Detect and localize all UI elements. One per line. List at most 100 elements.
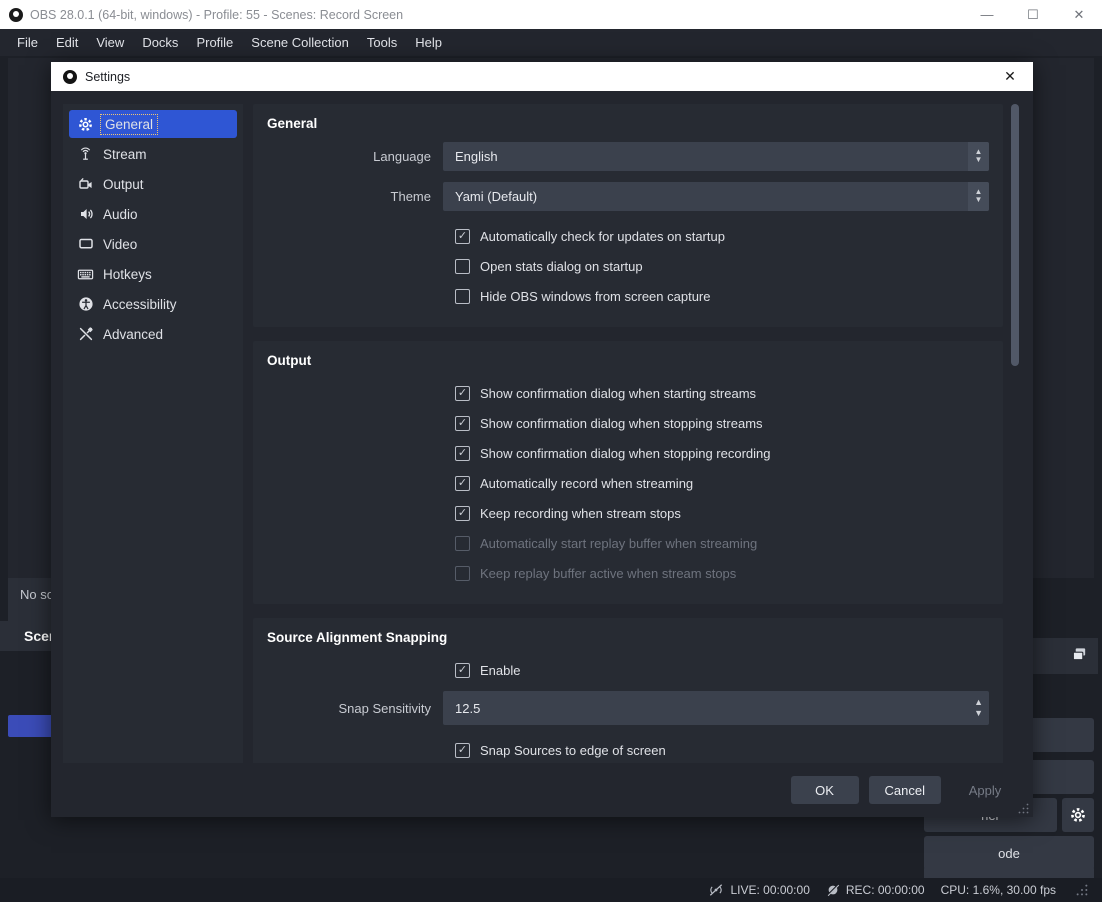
sidebar-item-label: Hotkeys (103, 266, 152, 282)
open-stats-dialog-row[interactable]: Open stats dialog on startup (261, 251, 989, 281)
keep-replay-buffer-row: Keep replay buffer active when stream st… (261, 558, 989, 588)
confirm-start-stream-row[interactable]: ✓ Show confirmation dialog when starting… (261, 378, 989, 408)
keep-recording-row[interactable]: ✓ Keep recording when stream stops (261, 498, 989, 528)
menu-help[interactable]: Help (406, 31, 451, 54)
spinner-updown-icon[interactable]: ▲ ▼ (974, 691, 983, 725)
float-dock-icon[interactable] (1071, 646, 1088, 666)
sidebar-item-label: General (99, 113, 159, 135)
minimize-icon[interactable]: — (964, 0, 1010, 29)
settings-scrollbar[interactable] (1008, 104, 1021, 763)
snapping-enable-checkbox[interactable]: ✓ (455, 662, 470, 678)
menu-tools[interactable]: Tools (358, 31, 406, 54)
apply-button: Apply (968, 782, 1002, 798)
settings-dialog-titlebar: Settings ✕ (51, 62, 1033, 91)
obs-logo-icon (9, 7, 23, 22)
snap-sensitivity-row: Snap Sensitivity 12.5 ▲ ▼ (261, 691, 989, 725)
auto-replay-buffer-row: Automatically start replay buffer when s… (261, 528, 989, 558)
sidebar-item-label: Video (103, 236, 138, 252)
rec-label: REC: 00:00:00 (845, 883, 925, 897)
confirm-stop-stream-row[interactable]: ✓ Show confirmation dialog when stopping… (261, 408, 989, 438)
sidebar-item-label: Output (103, 176, 144, 192)
hide-obs-windows-row[interactable]: Hide OBS windows from screen capture (261, 281, 989, 311)
language-value: English (455, 148, 498, 164)
sidebar-item-output[interactable]: Output (69, 170, 237, 198)
auto-check-updates-row[interactable]: ✓ Automatically check for updates on sta… (261, 221, 989, 251)
cpu-label: CPU: 1.6%, 30.00 fps (940, 883, 1056, 897)
open-stats-dialog-checkbox[interactable] (455, 258, 470, 274)
sidebar-item-audio[interactable]: Audio (69, 200, 237, 228)
snapping-enable-label: Enable (480, 662, 521, 678)
auto-check-updates-label: Automatically check for updates on start… (480, 228, 725, 244)
chevron-updown-icon[interactable]: ▲ ▼ (968, 181, 989, 211)
snapping-group: Source Alignment Snapping ✓ Enable Snap … (253, 618, 1003, 763)
menu-scene-collection[interactable]: Scene Collection (242, 31, 358, 54)
studio-mode-button[interactable]: ode (924, 836, 1094, 870)
ok-button[interactable]: OK (790, 776, 859, 804)
confirm-stop-recording-checkbox[interactable]: ✓ (455, 445, 470, 461)
confirm-stop-recording-row[interactable]: ✓ Show confirmation dialog when stopping… (261, 438, 989, 468)
settings-content-wrap: General Language English ▲ ▼ Theme Yami … (253, 104, 1021, 763)
sidebar-item-label: Audio (103, 206, 138, 222)
open-stats-dialog-label: Open stats dialog on startup (480, 258, 643, 274)
window-title: OBS 28.0.1 (64-bit, windows) - Profile: … (30, 7, 404, 22)
theme-label: Theme (390, 188, 431, 204)
menu-profile[interactable]: Profile (187, 31, 242, 54)
monitor-icon (77, 236, 94, 253)
tools-icon (77, 326, 94, 343)
window-titlebar: OBS 28.0.1 (64-bit, windows) - Profile: … (0, 0, 1102, 29)
snapping-enable-row[interactable]: ✓ Enable (261, 655, 989, 685)
menu-edit[interactable]: Edit (47, 31, 87, 54)
auto-record-when-streaming-row[interactable]: ✓ Automatically record when streaming (261, 468, 989, 498)
window-controls: — ☐ ✕ (964, 0, 1102, 29)
keep-recording-label: Keep recording when stream stops (480, 505, 681, 521)
sidebar-item-label: Stream (103, 146, 147, 162)
sidebar-item-label: Advanced (103, 326, 164, 342)
menu-view[interactable]: View (87, 31, 133, 54)
cancel-button[interactable]: Cancel (868, 776, 941, 804)
sidebar-item-general[interactable]: General (69, 110, 237, 138)
obs-logo-icon (63, 69, 77, 84)
maximize-icon[interactable]: ☐ (1010, 0, 1056, 29)
keep-replay-buffer-label: Keep replay buffer active when stream st… (480, 565, 737, 581)
settings-dialog-footer: OK Cancel Apply (51, 763, 1033, 817)
language-select[interactable]: English ▲ ▼ (443, 141, 989, 171)
hide-obs-windows-checkbox[interactable] (455, 288, 470, 304)
status-bar: LIVE: 00:00:00 REC: 00:00:00 CPU: 1.6%, … (0, 878, 1102, 902)
menu-file[interactable]: File (8, 31, 47, 54)
settings-close-icon[interactable]: ✕ (987, 62, 1033, 91)
output-camera-icon (77, 176, 94, 193)
confirm-stop-stream-checkbox[interactable]: ✓ (455, 415, 470, 431)
stream-inactive-icon (710, 884, 723, 896)
keep-recording-checkbox[interactable]: ✓ (455, 505, 470, 521)
window-resize-grip-icon[interactable] (1076, 884, 1088, 896)
sidebar-item-stream[interactable]: Stream (69, 140, 237, 168)
sidebar-item-hotkeys[interactable]: Hotkeys (69, 260, 237, 288)
scrollbar-thumb[interactable] (1011, 104, 1019, 366)
hide-obs-windows-label: Hide OBS windows from screen capture (480, 288, 711, 304)
resize-grip-icon[interactable] (1018, 803, 1029, 814)
sidebar-item-label: Accessibility (103, 296, 177, 312)
settings-content: General Language English ▲ ▼ Theme Yami … (253, 104, 1003, 763)
snap-to-screen-edge-checkbox[interactable]: ✓ (455, 742, 470, 758)
virtual-camera-gear-icon[interactable] (1062, 798, 1094, 832)
obs-main-window: OBS 28.0.1 (64-bit, windows) - Profile: … (0, 0, 1102, 902)
live-status: LIVE: 00:00:00 (708, 883, 810, 897)
menu-docks[interactable]: Docks (133, 31, 187, 54)
language-row: Language English ▲ ▼ (261, 141, 989, 171)
sidebar-item-video[interactable]: Video (69, 230, 237, 258)
sidebar-item-accessibility[interactable]: Accessibility (69, 290, 237, 318)
sidebar-item-advanced[interactable]: Advanced (69, 320, 237, 348)
snap-sensitivity-input[interactable]: 12.5 ▲ ▼ (443, 691, 989, 725)
confirm-start-stream-checkbox[interactable]: ✓ (455, 385, 470, 401)
close-icon[interactable]: ✕ (1056, 0, 1102, 29)
confirm-start-stream-label: Show confirmation dialog when starting s… (480, 385, 757, 401)
auto-record-when-streaming-checkbox[interactable]: ✓ (455, 475, 470, 491)
theme-select[interactable]: Yami (Default) ▲ ▼ (443, 181, 989, 211)
chevron-updown-icon[interactable]: ▲ ▼ (968, 141, 989, 171)
auto-check-updates-checkbox[interactable]: ✓ (455, 228, 470, 244)
settings-dialog: Settings ✕ General Stream Output Audio V… (51, 62, 1033, 817)
theme-row: Theme Yami (Default) ▲ ▼ (261, 181, 989, 211)
snap-to-screen-edge-row[interactable]: ✓ Snap Sources to edge of screen (261, 735, 989, 763)
settings-dialog-title: Settings (85, 69, 131, 84)
studio-mode-label: ode (998, 845, 1020, 861)
